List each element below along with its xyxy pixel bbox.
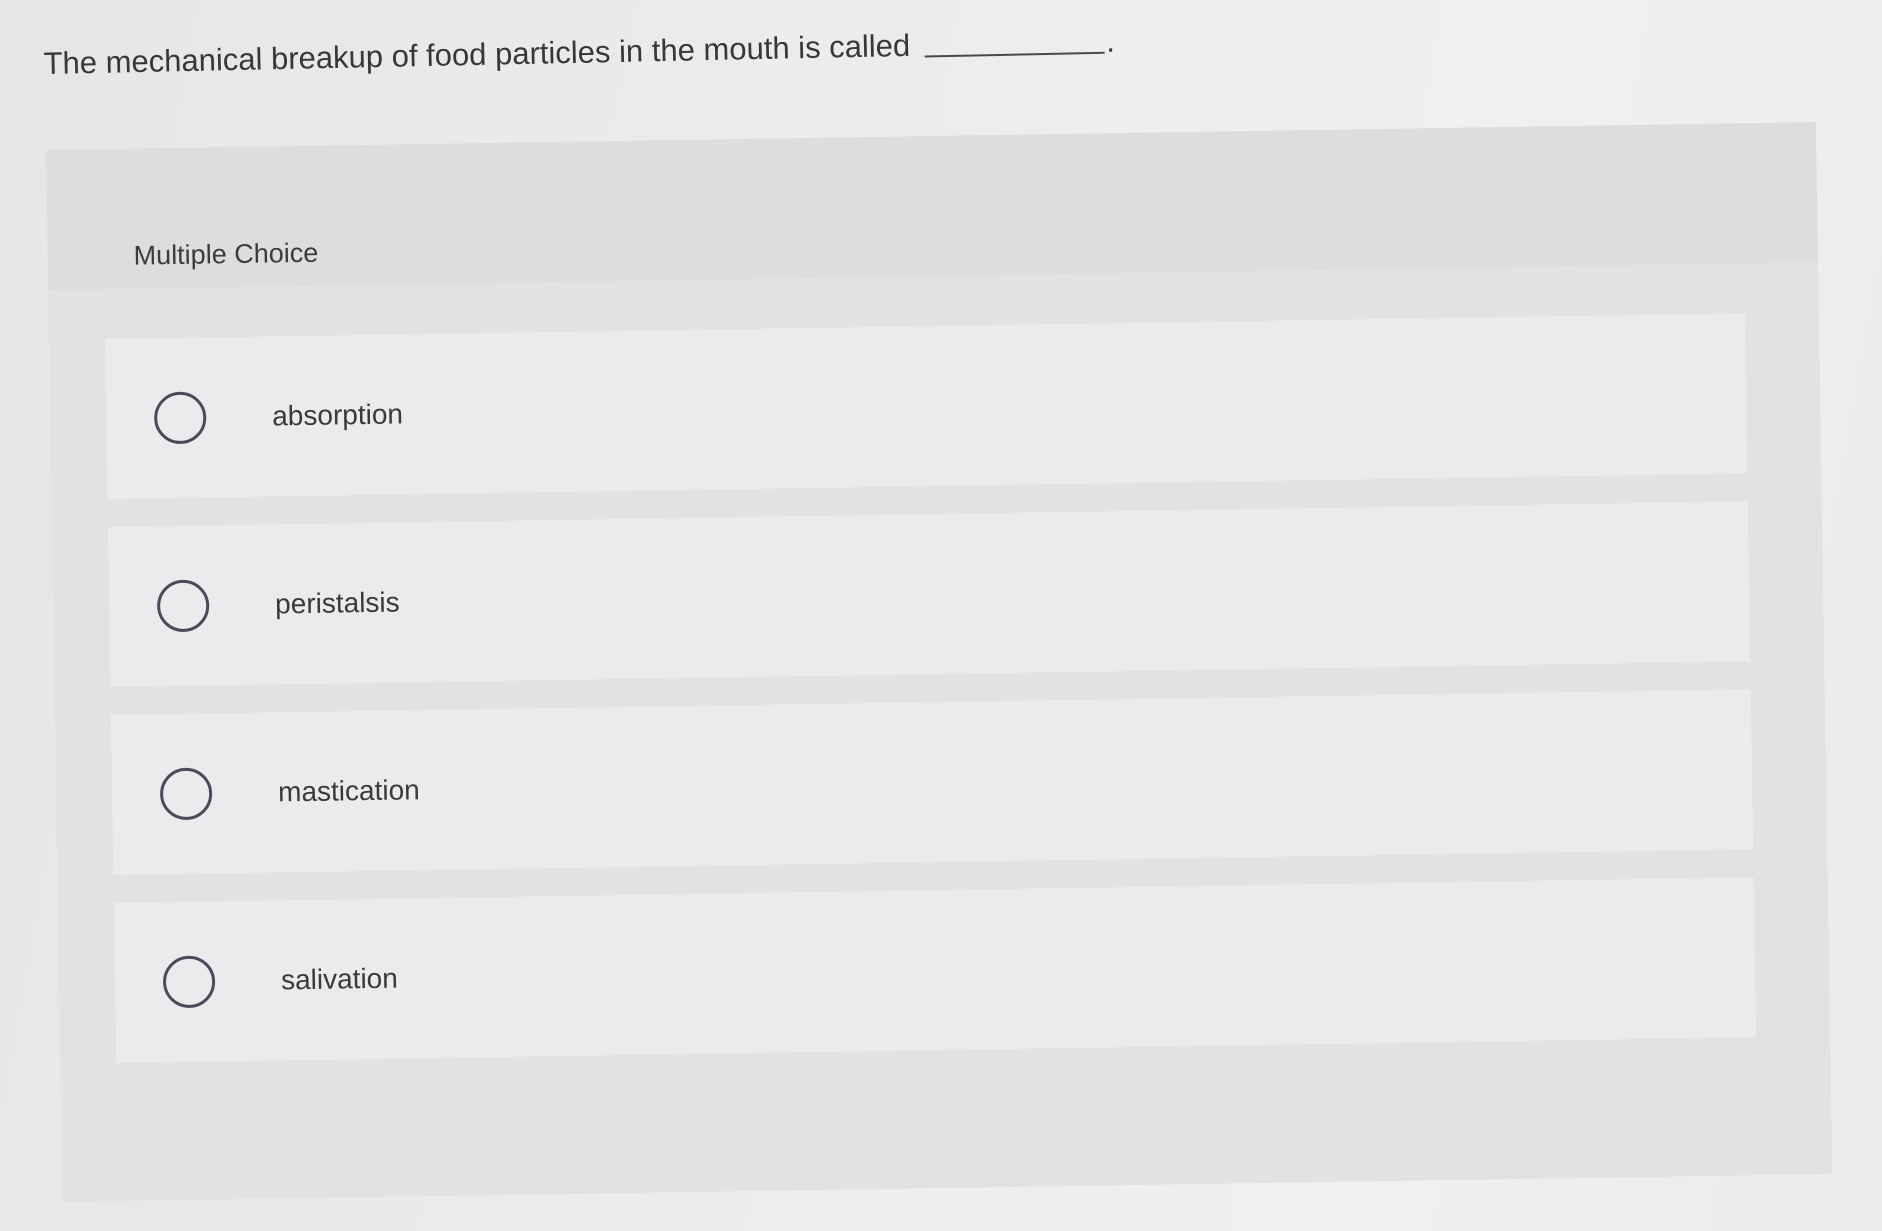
option-label: absorption (271, 398, 404, 432)
multiple-choice-panel: Multiple Choice absorption peristalsis m… (46, 122, 1833, 1202)
question-prompt: The mechanical breakup of food particles… (43, 24, 1115, 82)
option-salivation[interactable]: salivation (113, 877, 1757, 1064)
option-absorption[interactable]: absorption (104, 313, 1748, 500)
radio-button[interactable] (156, 579, 210, 633)
radio-button[interactable] (159, 767, 213, 821)
question-text: The mechanical breakup of food particles… (43, 27, 911, 82)
question-type-label: Multiple Choice (133, 237, 319, 271)
option-label: salivation (280, 962, 399, 996)
option-label: mastication (277, 774, 420, 808)
radio-button[interactable] (162, 955, 216, 1009)
question-period: . (1105, 23, 1116, 59)
option-label: peristalsis (274, 586, 400, 620)
option-peristalsis[interactable]: peristalsis (107, 501, 1751, 688)
answer-blank (924, 50, 1105, 58)
radio-button[interactable] (153, 391, 207, 445)
option-mastication[interactable]: mastication (110, 689, 1754, 876)
